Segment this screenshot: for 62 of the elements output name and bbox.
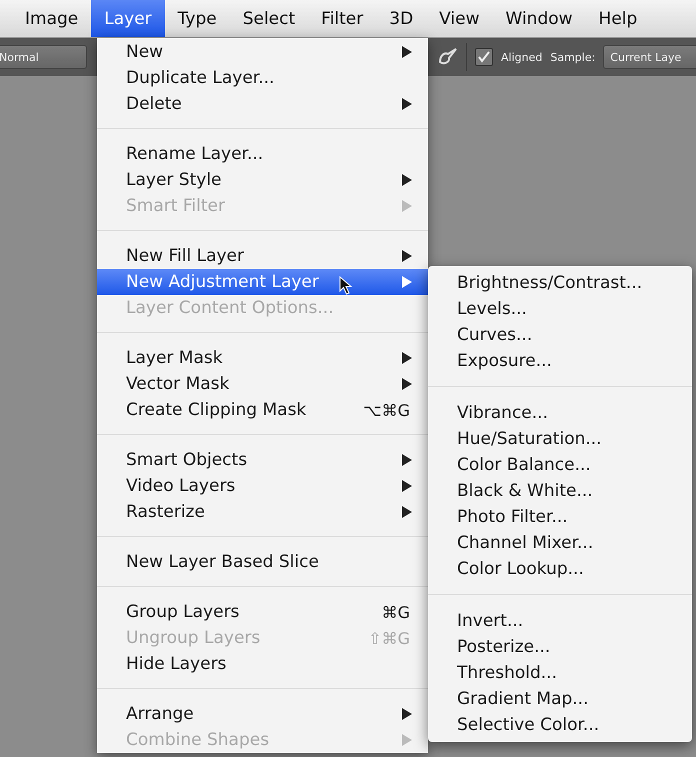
menu-item[interactable]: Levels... <box>428 296 692 322</box>
menu-item[interactable]: Black & White... <box>428 478 692 504</box>
menu-item[interactable]: Selective Color... <box>428 712 692 738</box>
menu-item[interactable]: Smart Objects <box>97 447 428 473</box>
submenu-arrow-icon <box>402 276 412 288</box>
menu-item[interactable]: Duplicate Layer... <box>97 65 428 91</box>
brush-tool-icon[interactable] <box>438 48 458 66</box>
menu-item[interactable]: Layer Style <box>97 167 428 193</box>
menu-title[interactable]: Help <box>586 0 650 37</box>
menu-item[interactable]: Video Layers <box>97 473 428 499</box>
menu-item[interactable]: Brightness/Contrast... <box>428 270 692 296</box>
menu-item[interactable]: New <box>97 39 428 65</box>
menu-item[interactable]: Color Lookup... <box>428 556 692 582</box>
submenu-arrow-icon <box>402 708 412 720</box>
menu-item[interactable]: Hide Layers <box>97 651 428 677</box>
menu-item[interactable]: Rasterize <box>97 499 428 525</box>
menu-title[interactable]: Filter <box>308 0 376 37</box>
menu-item[interactable]: Create Clipping Mask ⌥⌘G <box>97 397 428 423</box>
submenu-arrow-icon <box>402 46 412 58</box>
menu-item[interactable]: Gradient Map... <box>428 686 692 712</box>
menu-title[interactable]: Window <box>492 0 586 37</box>
menu-item[interactable]: New Fill Layer <box>97 243 428 269</box>
checkbox-label: Aligned <box>501 50 542 64</box>
submenu-arrow-icon <box>402 506 412 518</box>
cursor-icon <box>339 276 353 296</box>
sample-label: Sample: <box>550 50 596 64</box>
submenu-arrow-icon <box>402 98 412 110</box>
menu-item[interactable]: Hue/Saturation... <box>428 426 692 452</box>
menu-title[interactable]: Image <box>12 0 92 37</box>
menu-item[interactable]: Color Balance... <box>428 452 692 478</box>
menu-item[interactable]: Photo Filter... <box>428 504 692 530</box>
submenu-arrow-icon <box>402 734 412 746</box>
menu-item[interactable]: Exposure... <box>428 348 692 374</box>
menu-item[interactable]: Delete <box>97 91 428 117</box>
menu-item[interactable]: Group Layers ⌘G <box>97 599 428 625</box>
submenu-arrow-icon <box>402 454 412 466</box>
submenu-arrow-icon <box>402 250 412 262</box>
menu-title[interactable]: 3D <box>376 0 426 37</box>
menu-title[interactable]: View <box>426 0 493 37</box>
submenu-arrow-icon <box>402 378 412 390</box>
menu-item[interactable]: Arrange <box>97 701 428 727</box>
menu-item[interactable]: Layer Mask <box>97 345 428 371</box>
submenu-arrow-icon <box>402 200 412 212</box>
menu-item[interactable]: Curves... <box>428 322 692 348</box>
menu-item[interactable]: Vibrance... <box>428 400 692 426</box>
submenu-arrow-icon <box>402 174 412 186</box>
menu-item[interactable]: Vector Mask <box>97 371 428 397</box>
menu-item[interactable]: Rename Layer... <box>97 141 428 167</box>
submenu-arrow-icon <box>402 480 412 492</box>
menu-item[interactable]: New Adjustment Layer <box>97 269 428 295</box>
menu-item[interactable]: Posterize... <box>428 634 692 660</box>
menu-title[interactable]: Layer <box>91 0 165 37</box>
menu-title[interactable]: Type <box>164 0 230 37</box>
blend-mode-dropdown[interactable]: Normal <box>0 45 87 69</box>
menu-item[interactable]: Invert... <box>428 608 692 634</box>
menu-item[interactable]: Channel Mixer... <box>428 530 692 556</box>
menu-item[interactable]: New Layer Based Slice <box>97 549 428 575</box>
sample-dropdown[interactable]: Current Laye <box>603 45 696 69</box>
aligned-checkbox[interactable] <box>475 48 493 66</box>
submenu-arrow-icon <box>402 352 412 364</box>
menu-item[interactable]: Threshold... <box>428 660 692 686</box>
menu-title[interactable]: Select <box>230 0 308 37</box>
